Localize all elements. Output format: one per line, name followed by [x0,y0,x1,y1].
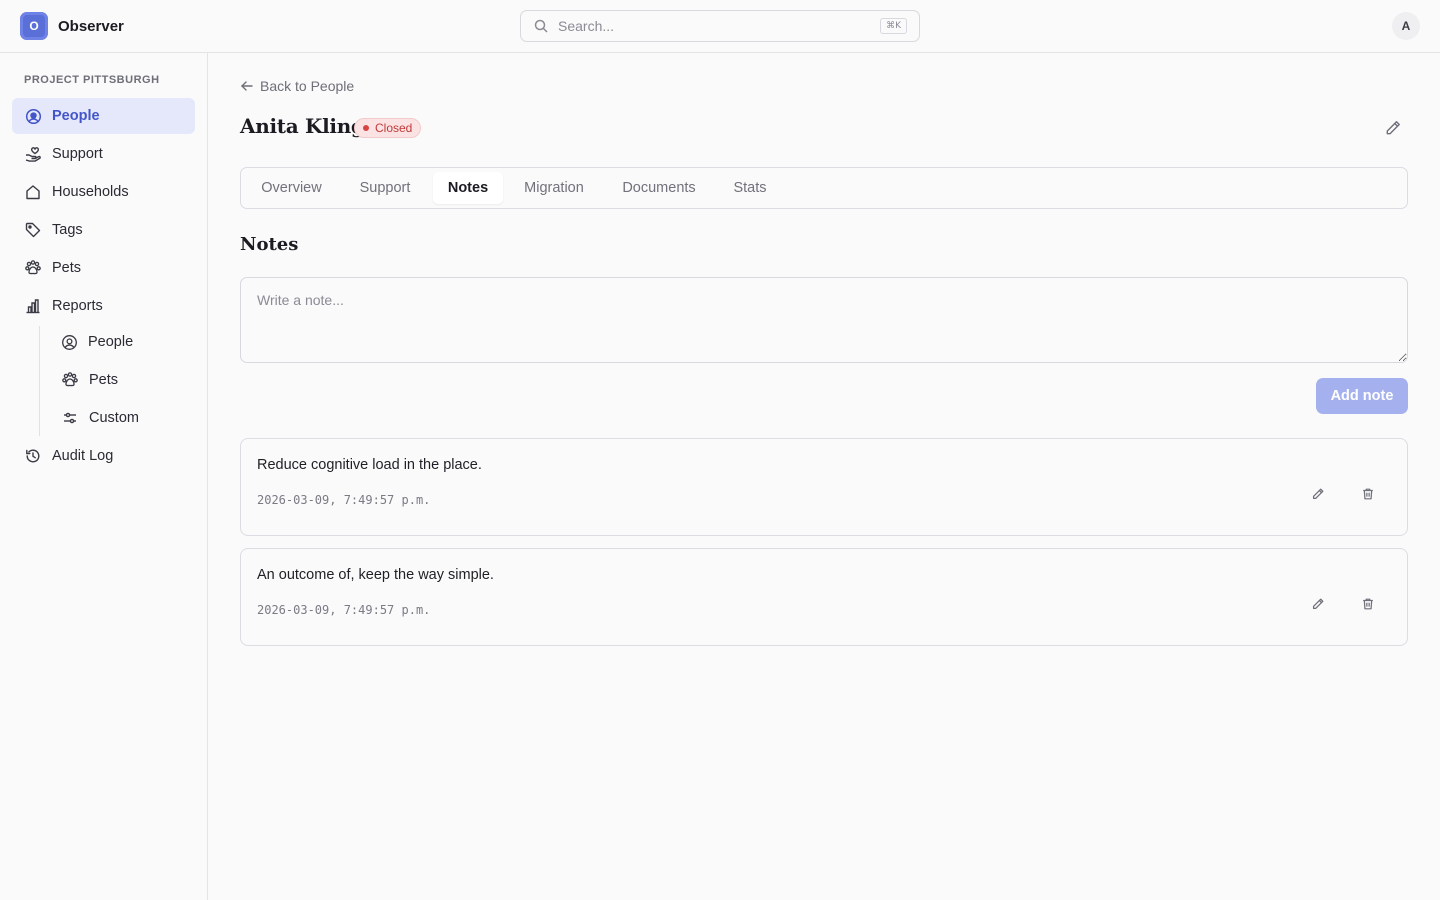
search-icon [533,18,549,34]
trash-icon [1361,597,1375,611]
note-timestamp: 2026-03-09, 7:49:57 p.m. [257,493,431,507]
reports-divider [39,326,40,436]
sidebar-subitem-custom-report[interactable]: Custom [50,401,195,435]
sidebar-item-label: Pets [52,260,82,276]
sidebar-subitem-label: Pets [89,372,119,388]
user-circle-icon [24,107,42,125]
app-logo: O [20,12,48,40]
tab-notes[interactable]: Notes [433,172,503,204]
avatar[interactable]: A [1392,12,1420,40]
sidebar-item-label: Support [52,146,103,162]
sidebar-item-label: Audit Log [52,448,114,464]
search-input[interactable]: Search... [558,18,614,34]
edit-person-button[interactable] [1384,119,1402,137]
note-card: Reduce cognitive load in the place. 2026… [240,438,1408,536]
user-circle-icon [61,334,78,351]
tab-stats[interactable]: Stats [717,172,783,204]
search-shortcut: ⌘K [880,18,907,34]
note-card: An outcome of, keep the way simple. 2026… [240,548,1408,646]
sidebar: PROJECT PITTSBURGH People Support Househ… [0,53,208,900]
note-timestamp: 2026-03-09, 7:49:57 p.m. [257,603,431,617]
sliders-icon [61,409,79,427]
sidebar-item-tags[interactable]: Tags [12,212,195,248]
paw-icon [61,371,79,389]
pencil-icon [1384,119,1402,137]
sidebar-item-reports[interactable]: Reports [12,288,195,324]
pencil-icon [1311,487,1325,501]
sidebar-subitem-label: People [88,334,134,350]
delete-note-button[interactable] [1356,482,1380,506]
tab-documents[interactable]: Documents [605,172,713,204]
sidebar-item-audit-log[interactable]: Audit Log [12,438,195,474]
delete-note-button[interactable] [1356,592,1380,616]
status-dot [363,125,369,131]
top-bar: O Observer Search... ⌘K A [0,0,1440,53]
tab-support[interactable]: Support [342,172,428,204]
search-bar[interactable]: Search... ⌘K [520,10,920,42]
note-text: An outcome of, keep the way simple. [257,567,494,583]
tab-migration[interactable]: Migration [507,172,601,204]
sidebar-item-people[interactable]: People [12,98,195,134]
paw-icon [24,259,42,277]
hand-heart-icon [24,145,42,163]
page-title: Anita Kling [240,114,365,138]
back-link-label: Back to People [260,78,355,94]
sidebar-item-pets[interactable]: Pets [12,250,195,286]
bar-chart-icon [24,297,42,315]
brand[interactable]: O Observer [20,12,124,40]
tab-bar: Overview Support Notes Migration Documen… [240,167,1408,209]
sidebar-item-households[interactable]: Households [12,174,195,210]
edit-note-button[interactable] [1306,482,1330,506]
sidebar-item-label: Reports [52,298,103,314]
notes-heading: Notes [240,234,299,255]
sidebar-item-label: People [52,108,100,124]
pencil-icon [1311,597,1325,611]
edit-note-button[interactable] [1306,592,1330,616]
project-label: PROJECT PITTSBURGH [24,74,160,86]
tab-overview[interactable]: Overview [245,172,338,204]
trash-icon [1361,487,1375,501]
sidebar-subitem-label: Custom [89,410,139,426]
status-badge: Closed [354,118,422,138]
app-name: Observer [58,17,124,35]
status-label: Closed [375,121,413,135]
sidebar-item-label: Tags [52,222,83,238]
history-icon [24,447,42,465]
back-link[interactable]: Back to People [240,78,354,94]
sidebar-item-support[interactable]: Support [12,136,195,172]
arrow-left-icon [240,79,254,93]
tag-icon [24,221,42,239]
house-icon [24,183,42,201]
sidebar-subitem-pets-report[interactable]: Pets [50,363,195,397]
add-note-button[interactable]: Add note [1316,378,1408,414]
sidebar-subitem-people-report[interactable]: People [50,325,195,359]
sidebar-item-label: Households [52,184,129,200]
note-text: Reduce cognitive load in the place. [257,457,482,473]
note-textarea[interactable] [240,277,1408,363]
